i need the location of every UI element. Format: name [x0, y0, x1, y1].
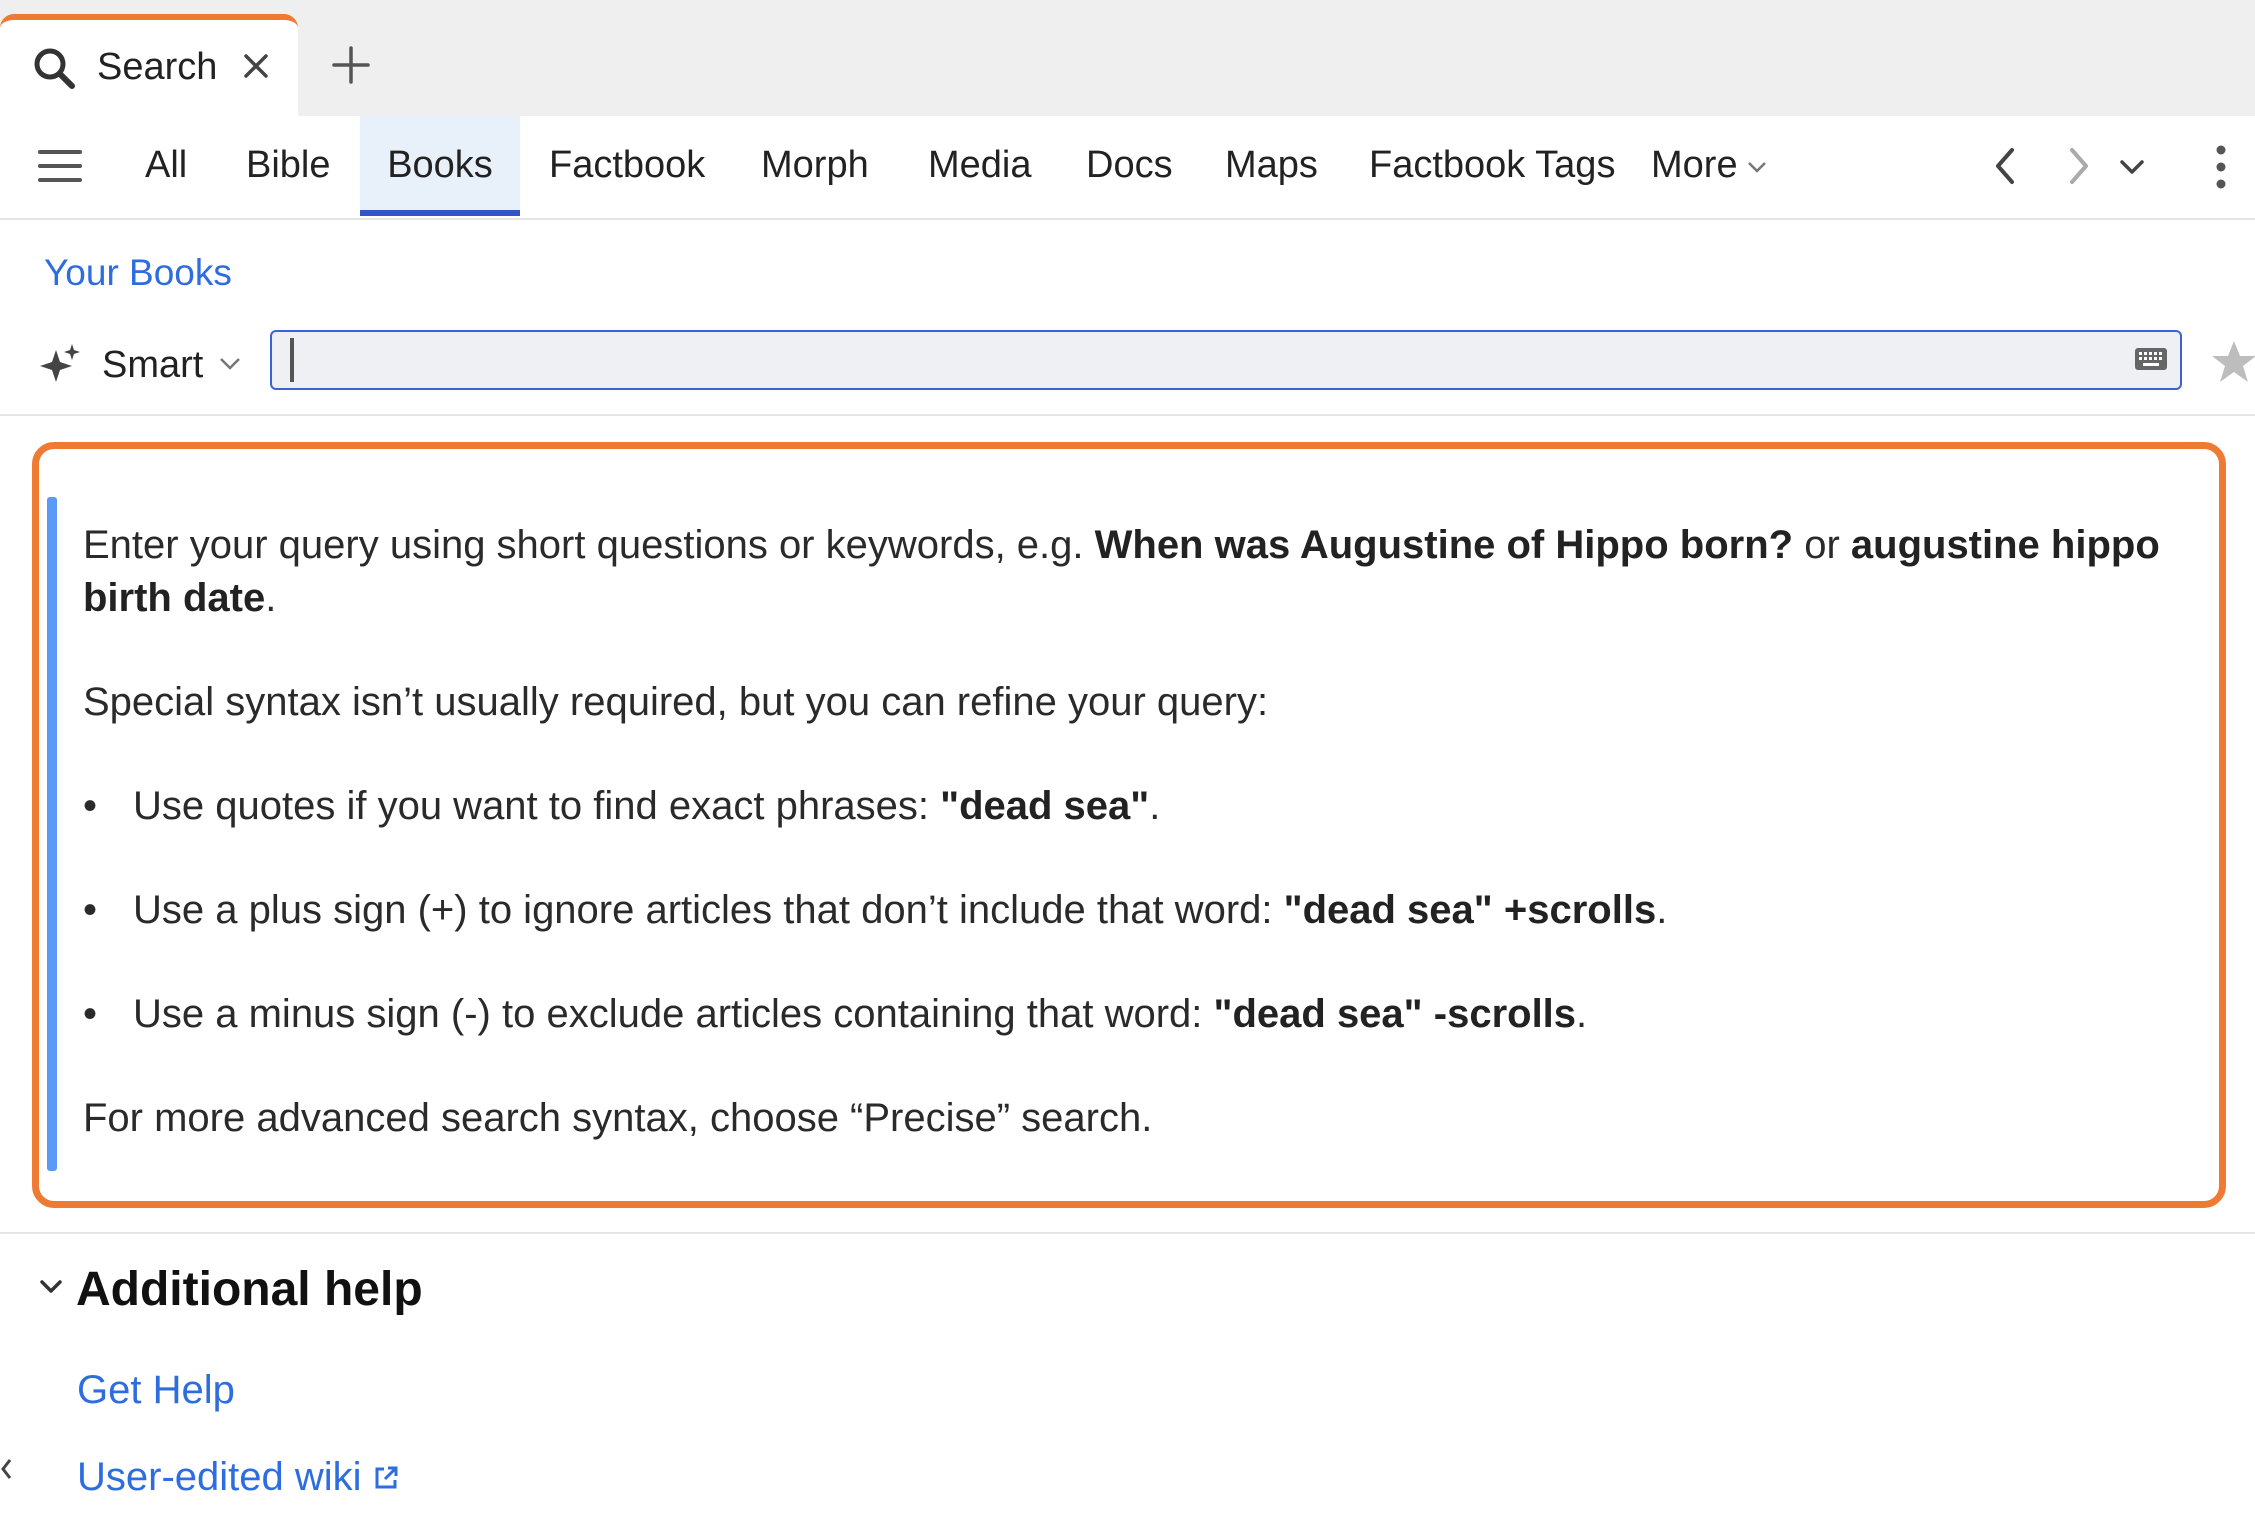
help-intro-or: or: [1793, 523, 1851, 567]
text-caret: [290, 338, 294, 382]
tab-label: Search: [97, 46, 218, 88]
bullet-end: .: [1576, 992, 1588, 1036]
tab-docs[interactable]: Docs: [1086, 116, 1173, 216]
get-help-link[interactable]: Get Help: [77, 1368, 235, 1413]
user-edited-wiki-label: User-edited wiki: [77, 1455, 362, 1499]
search-icon: [34, 48, 75, 89]
user-edited-wiki-link[interactable]: User-edited wiki: [77, 1455, 400, 1500]
tab-all[interactable]: All: [145, 116, 187, 216]
tab-more[interactable]: More: [1651, 116, 1768, 216]
help-footer: For more advanced search syntax, choose …: [83, 1096, 1153, 1140]
keyboard-icon[interactable]: [2134, 344, 2168, 374]
search-help-panel: Enter your query using short questions o…: [32, 442, 2226, 1208]
collapse-arrow-icon[interactable]: [0, 1454, 14, 1484]
history-chevron-down-icon[interactable]: [2114, 144, 2150, 188]
divider: [0, 1232, 2255, 1234]
bullet-text: Use a plus sign (+) to ignore articles t…: [133, 888, 1284, 932]
tab-books[interactable]: Books: [360, 116, 520, 216]
kebab-icon[interactable]: [2206, 142, 2236, 192]
plus-icon[interactable]: [330, 44, 372, 86]
help-intro-end: .: [265, 576, 277, 620]
breadcrumb[interactable]: Your Books: [44, 252, 232, 294]
chevron-left-icon[interactable]: [1986, 144, 2026, 188]
bullet-dot: •: [83, 992, 98, 1036]
close-icon[interactable]: [238, 48, 274, 84]
help-intro-text: Enter your query using short questions o…: [83, 523, 1095, 567]
divider: [0, 414, 2255, 416]
help-bullet-quotes: Use quotes if you want to find exact phr…: [133, 780, 2213, 833]
bullet-example: "dead sea" -scrolls: [1213, 992, 1577, 1036]
help-intro: Enter your query using short questions o…: [83, 519, 2163, 625]
bullet-text: Use quotes if you want to find exact phr…: [133, 784, 941, 828]
help-syntax-note: Special syntax isn’t usually required, b…: [83, 680, 1269, 724]
additional-help-title[interactable]: Additional help: [76, 1262, 423, 1317]
bullet-text: Use a minus sign (-) to exclude articles…: [133, 992, 1214, 1036]
chevron-down-icon: [1747, 162, 1766, 173]
bullet-example: "dead sea" +scrolls: [1283, 888, 1657, 932]
tab-maps[interactable]: Maps: [1225, 116, 1318, 216]
tab-media[interactable]: Media: [928, 116, 1032, 216]
tab-factbook-tags[interactable]: Factbook Tags: [1369, 116, 1615, 216]
chevron-right-icon[interactable]: [2058, 144, 2098, 188]
bullet-dot: •: [83, 888, 98, 932]
chevron-down-icon[interactable]: [218, 356, 242, 372]
star-icon[interactable]: [2210, 338, 2255, 386]
tab-search[interactable]: Search: [0, 14, 298, 116]
help-bullet-minus: Use a minus sign (-) to exclude articles…: [133, 988, 2213, 1041]
help-example-question: When was Augustine of Hippo born?: [1094, 523, 1794, 567]
tab-factbook[interactable]: Factbook: [549, 116, 705, 216]
bullet-end: .: [1656, 888, 1668, 932]
bullet-example: "dead sea": [940, 784, 1150, 828]
search-input[interactable]: [270, 330, 2182, 390]
sparkle-icon: [40, 344, 80, 382]
tab-bible[interactable]: Bible: [246, 116, 331, 216]
search-mode-label[interactable]: Smart: [102, 344, 203, 387]
hamburger-icon[interactable]: [38, 146, 82, 186]
tab-strip: Search: [0, 0, 2255, 116]
help-bullet-plus: Use a plus sign (+) to ignore articles t…: [133, 884, 2213, 937]
toolbar: All Bible Books Factbook Morph Media Doc…: [0, 116, 2255, 220]
external-link-icon: [375, 1466, 398, 1489]
tab-more-label: More: [1651, 144, 1738, 186]
bullet-end: .: [1149, 784, 1161, 828]
tab-morph[interactable]: Morph: [761, 116, 869, 216]
help-accent-bar: [47, 497, 57, 1171]
chevron-down-icon[interactable]: [38, 1278, 64, 1296]
bullet-dot: •: [83, 784, 98, 828]
